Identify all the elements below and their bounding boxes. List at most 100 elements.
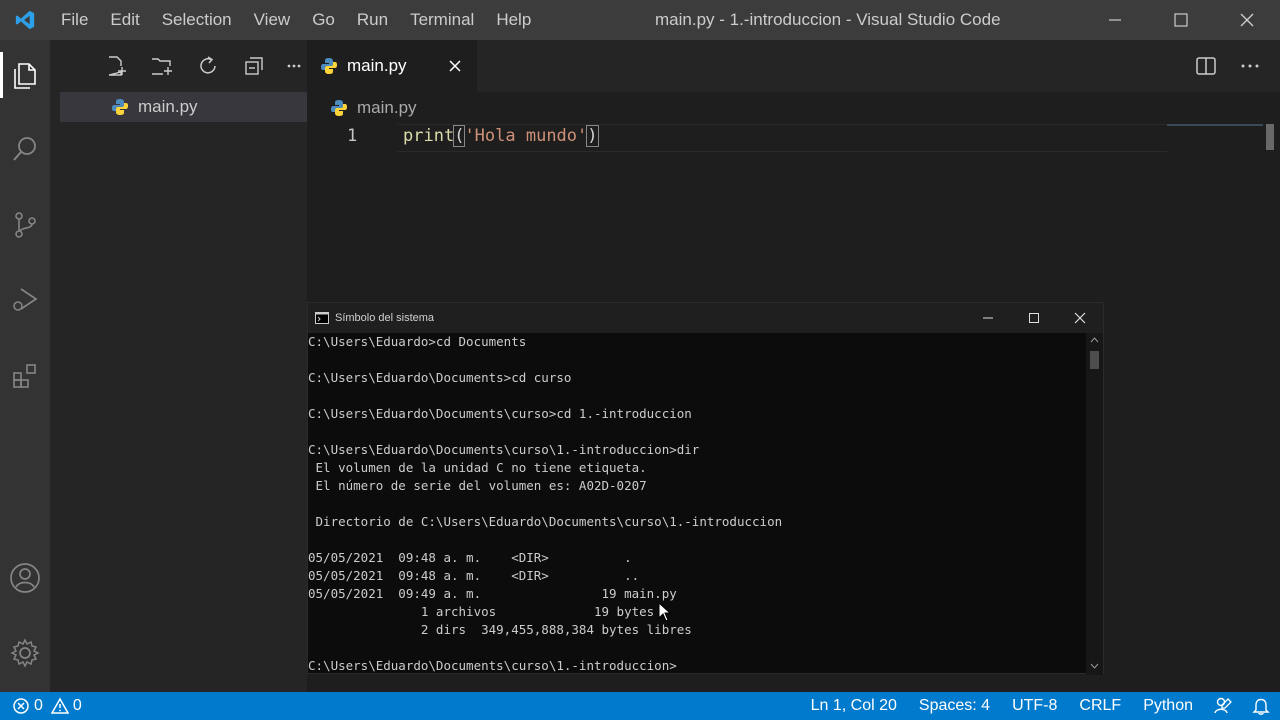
cmd-line: C:\Users\Eduardo\Documents\curso>cd 1.-i… bbox=[308, 406, 692, 421]
encoding[interactable]: UTF-8 bbox=[1001, 697, 1068, 715]
cmd-line bbox=[308, 423, 1086, 441]
cmd-scrollbar[interactable] bbox=[1086, 333, 1103, 675]
cmd-line: 1 archivos 19 bytes bbox=[308, 604, 655, 619]
language-mode[interactable]: Python bbox=[1132, 697, 1204, 715]
cmd-line: Directorio de C:\Users\Eduardo\Documents… bbox=[308, 514, 783, 529]
error-count: 0 bbox=[34, 697, 43, 714]
close-icon bbox=[1074, 312, 1086, 324]
cmd-prompt-line[interactable]: C:\Users\Eduardo\Documents\curso\1.-intr… bbox=[308, 657, 1086, 675]
extensions-icon[interactable] bbox=[0, 350, 50, 400]
tab-main-py[interactable]: main.py bbox=[307, 40, 477, 92]
menu-view[interactable]: View bbox=[243, 0, 302, 40]
run-debug-icon[interactable] bbox=[0, 274, 50, 324]
cmd-title: Símbolo del sistema bbox=[335, 312, 435, 324]
code-function: print bbox=[403, 126, 455, 146]
command-prompt-window: Símbolo del sistema C:\Users\Eduardo>cd … bbox=[307, 302, 1104, 675]
editor-actions bbox=[1194, 54, 1262, 78]
feedback-icon[interactable] bbox=[1204, 692, 1242, 720]
notifications-bell-icon[interactable] bbox=[1242, 692, 1280, 720]
minimize-icon bbox=[983, 317, 993, 319]
file-name: main.py bbox=[138, 97, 198, 116]
cmd-close-button[interactable] bbox=[1057, 303, 1103, 333]
activity-bar bbox=[0, 40, 50, 692]
tab-close-button[interactable] bbox=[445, 56, 465, 76]
cmd-window-controls bbox=[965, 303, 1103, 333]
editor-tab-bar: main.py bbox=[307, 40, 1280, 92]
error-icon bbox=[13, 698, 29, 714]
cmd-line: 05/05/2021 09:48 a. m. <DIR> . bbox=[308, 550, 632, 565]
cmd-maximize-button[interactable] bbox=[1011, 303, 1057, 333]
explorer-sidebar: main.py bbox=[50, 40, 307, 692]
line-number: 1 bbox=[347, 126, 358, 146]
scroll-up-icon[interactable] bbox=[1089, 335, 1100, 345]
code-paren-open: ( bbox=[453, 125, 466, 147]
more-actions-icon[interactable] bbox=[1238, 54, 1262, 78]
cmd-line bbox=[308, 351, 1086, 369]
breadcrumb[interactable]: main.py bbox=[307, 92, 1280, 124]
menu-selection[interactable]: Selection bbox=[151, 0, 243, 40]
cmd-line: El volumen de la unidad C no tiene etiqu… bbox=[308, 460, 647, 475]
collapse-all-icon[interactable] bbox=[242, 54, 266, 78]
minimap[interactable] bbox=[1167, 124, 1263, 126]
menu-go[interactable]: Go bbox=[301, 0, 346, 40]
python-file-icon bbox=[112, 99, 128, 115]
search-icon[interactable] bbox=[0, 124, 50, 174]
cmd-output[interactable]: C:\Users\Eduardo>cd Documents C:\Users\E… bbox=[308, 333, 1086, 675]
title-bar: File Edit Selection View Go Run Terminal… bbox=[0, 0, 1280, 40]
line-ending[interactable]: CRLF bbox=[1068, 697, 1132, 715]
cmd-window-icon bbox=[315, 312, 329, 324]
window-controls bbox=[1082, 0, 1280, 40]
more-actions-icon[interactable] bbox=[282, 54, 306, 78]
cmd-line bbox=[308, 387, 1086, 405]
editor-scrollbar[interactable] bbox=[1266, 124, 1274, 150]
close-window-button[interactable] bbox=[1214, 0, 1280, 40]
breadcrumb-file[interactable]: main.py bbox=[357, 98, 417, 118]
cmd-line: C:\Users\Eduardo>cd Documents bbox=[308, 334, 527, 349]
maximize-icon bbox=[1174, 13, 1188, 27]
refresh-icon[interactable] bbox=[196, 54, 220, 78]
explorer-icon[interactable] bbox=[0, 50, 50, 100]
close-icon bbox=[449, 60, 461, 72]
scroll-down-icon[interactable] bbox=[1089, 661, 1100, 671]
status-right: Ln 1, Col 20 Spaces: 4 UTF-8 CRLF Python bbox=[800, 692, 1280, 720]
close-icon bbox=[1240, 13, 1254, 27]
problems-indicator[interactable]: 0 0 bbox=[0, 697, 82, 715]
new-file-icon[interactable] bbox=[104, 54, 128, 78]
cmd-line bbox=[308, 495, 1086, 513]
explorer-file-item[interactable]: main.py bbox=[60, 92, 307, 122]
vscode-logo-icon[interactable] bbox=[0, 0, 50, 40]
python-file-icon bbox=[321, 58, 337, 74]
cmd-title-bar: Símbolo del sistema bbox=[308, 303, 1103, 333]
menu-help[interactable]: Help bbox=[485, 0, 542, 40]
menu-run[interactable]: Run bbox=[346, 0, 399, 40]
cmd-line: 05/05/2021 09:48 a. m. <DIR> .. bbox=[308, 568, 640, 583]
indentation[interactable]: Spaces: 4 bbox=[908, 697, 1001, 715]
maximize-button[interactable] bbox=[1148, 0, 1214, 40]
accounts-icon[interactable] bbox=[0, 553, 50, 603]
source-control-icon[interactable] bbox=[0, 200, 50, 250]
cursor-position[interactable]: Ln 1, Col 20 bbox=[800, 697, 908, 715]
status-bar: 0 0 Ln 1, Col 20 Spaces: 4 UTF-8 CRLF Py… bbox=[0, 692, 1280, 720]
menu-bar: File Edit Selection View Go Run Terminal… bbox=[50, 0, 542, 40]
cmd-line bbox=[308, 639, 1086, 657]
cmd-line: 2 dirs 349,455,888,384 bytes libres bbox=[308, 622, 692, 637]
warning-icon bbox=[50, 697, 69, 714]
cmd-minimize-button[interactable] bbox=[965, 303, 1011, 333]
cmd-line: El número de serie del volumen es: A02D-… bbox=[308, 478, 647, 493]
cmd-scroll-thumb[interactable] bbox=[1090, 351, 1099, 369]
menu-file[interactable]: File bbox=[50, 0, 99, 40]
code-paren-close: ) bbox=[586, 125, 599, 147]
code-line[interactable]: print('Hola mundo') bbox=[403, 125, 599, 147]
minimize-button[interactable] bbox=[1082, 0, 1148, 40]
settings-gear-icon[interactable] bbox=[0, 628, 50, 678]
cmd-line: 05/05/2021 09:49 a. m. 19 main.py bbox=[308, 586, 677, 601]
cmd-line: C:\Users\Eduardo\Documents\curso\1.-intr… bbox=[308, 442, 700, 457]
menu-terminal[interactable]: Terminal bbox=[399, 0, 485, 40]
split-editor-icon[interactable] bbox=[1194, 54, 1218, 78]
maximize-icon bbox=[1029, 313, 1039, 323]
explorer-toolbar bbox=[50, 40, 307, 92]
python-file-icon bbox=[331, 100, 347, 116]
mouse-cursor-icon bbox=[658, 602, 672, 622]
menu-edit[interactable]: Edit bbox=[99, 0, 150, 40]
new-folder-icon[interactable] bbox=[150, 54, 174, 78]
